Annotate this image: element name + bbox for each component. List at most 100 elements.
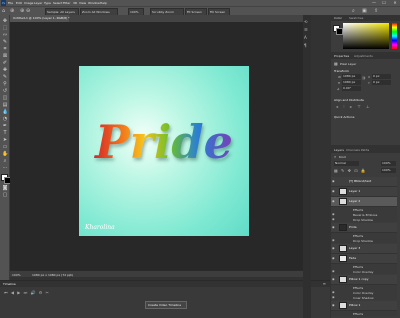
effect-row[interactable]: ◉ Drop Shadow bbox=[331, 238, 397, 243]
menu-3d[interactable]: 3D bbox=[73, 1, 77, 5]
align-title[interactable]: Align and Distribute bbox=[334, 98, 364, 102]
zoom-tool-icon[interactable]: ⊕ bbox=[10, 8, 14, 14]
history-icon[interactable]: ⟲ bbox=[304, 19, 307, 24]
tab-channels[interactable]: Channels bbox=[346, 148, 360, 153]
effect-eye-icon[interactable]: ◉ bbox=[332, 212, 335, 216]
menu-help[interactable]: Help bbox=[100, 1, 107, 5]
hand-tool-icon[interactable]: ✋ bbox=[2, 151, 8, 157]
menu-file[interactable]: File bbox=[8, 1, 13, 5]
visibility-eye-icon[interactable]: ◉ bbox=[332, 303, 336, 307]
lock-icons[interactable]: ▦ ✎ ✥ ⊡ 🔒 bbox=[334, 168, 367, 173]
menu-edit[interactable]: Edit bbox=[16, 1, 22, 5]
dodge-tool-icon[interactable]: ◔ bbox=[2, 116, 8, 122]
effect-row[interactable]: ◉ Color Overlay bbox=[331, 269, 397, 274]
zoom-tool-side-icon[interactable]: ⌕ bbox=[2, 158, 8, 164]
workspace-icon[interactable]: ▣ bbox=[362, 8, 367, 14]
visibility-eye-icon[interactable]: ◉ bbox=[332, 225, 336, 229]
more-tools-icon[interactable]: ⋯ bbox=[2, 165, 8, 171]
layer-filter-search-icon[interactable]: ⌕ bbox=[334, 154, 336, 159]
tab-layers[interactable]: Layers bbox=[334, 148, 344, 153]
blur-tool-icon[interactable]: 💧 bbox=[2, 109, 8, 115]
timeline-controls[interactable]: ⏮ ◀ ▶ ⏭ 🔊 ⚙ ✂ bbox=[4, 290, 50, 295]
lasso-tool-icon[interactable]: ∾ bbox=[2, 32, 8, 38]
layer-row[interactable]: ◉ Fade bbox=[331, 254, 397, 264]
h-field[interactable]: 1080 px bbox=[342, 80, 361, 85]
visibility-eye-icon[interactable]: ◉ bbox=[332, 199, 336, 203]
history-brush-icon[interactable]: ↺ bbox=[2, 88, 8, 94]
clone-stamp-icon[interactable]: ⚲ bbox=[2, 81, 8, 87]
zoom-in-icon[interactable]: ⊕ bbox=[20, 8, 24, 14]
visibility-eye-icon[interactable]: ◉ bbox=[332, 179, 336, 183]
effect-eye-icon[interactable]: ◉ bbox=[332, 269, 335, 273]
tab-adjustments[interactable]: Adjustments bbox=[354, 54, 373, 59]
blend-mode-select[interactable]: Normal bbox=[334, 161, 359, 166]
y-field[interactable]: 0 px bbox=[372, 80, 391, 85]
fill-field[interactable]: 100% bbox=[381, 168, 396, 173]
tab-color[interactable]: Color bbox=[334, 16, 342, 21]
timeline-title[interactable]: Timeline bbox=[3, 282, 16, 286]
tab-properties[interactable]: Properties bbox=[334, 54, 349, 59]
path-select-icon[interactable]: ➤ bbox=[2, 137, 8, 143]
menu-window[interactable]: Window bbox=[88, 1, 100, 5]
brush-tool-icon[interactable]: ✎ bbox=[2, 74, 8, 80]
crop-tool-icon[interactable]: ⌗ bbox=[2, 46, 8, 52]
quick-actions-title[interactable]: Quick Actions bbox=[334, 115, 354, 119]
layer-row[interactable]: ◉ Layer 1 bbox=[331, 187, 397, 197]
visibility-eye-icon[interactable]: ◉ bbox=[332, 277, 336, 281]
menu-layer[interactable]: Layer bbox=[34, 1, 42, 5]
document-tab[interactable]: Untitled-1 @ 100% (Layer 1, RGB/8) * bbox=[10, 15, 70, 22]
color-field[interactable] bbox=[343, 23, 389, 49]
shape-tool-icon[interactable]: ▭ bbox=[2, 144, 8, 150]
layer-row[interactable]: ◉ Pillow 1 bbox=[331, 301, 397, 311]
effect-row[interactable]: ◉ Drop Shadow bbox=[331, 217, 397, 222]
effect-eye-icon[interactable]: ◉ bbox=[332, 295, 335, 299]
tab-paths[interactable]: Paths bbox=[361, 148, 369, 153]
angle-field[interactable]: 0.00° bbox=[342, 86, 361, 91]
bg-color-chip[interactable] bbox=[336, 28, 343, 35]
quick-select-tool-icon[interactable]: ✎ bbox=[2, 39, 8, 45]
share-icon[interactable]: ⇪ bbox=[374, 8, 378, 14]
effect-row[interactable]: ◉ Inner Shadow bbox=[331, 295, 397, 300]
frame-tool-icon[interactable]: ⊠ bbox=[2, 53, 8, 59]
layer-row[interactable]: ◉ Layer 3 bbox=[331, 244, 397, 254]
type-tool-icon[interactable]: T bbox=[2, 130, 8, 136]
layer-row[interactable]: ◉ Pillow 1 copy bbox=[331, 275, 397, 285]
transform-title[interactable]: Transform bbox=[334, 69, 349, 73]
pen-tool-icon[interactable]: ✒ bbox=[2, 123, 8, 129]
w-field[interactable]: 1080 px bbox=[342, 74, 361, 79]
gradient-tool-icon[interactable]: ▤ bbox=[2, 102, 8, 108]
screen-mode-icon[interactable]: ▢ bbox=[2, 192, 8, 198]
visibility-eye-icon[interactable]: ◉ bbox=[332, 189, 336, 193]
eyedropper-tool-icon[interactable]: ✐ bbox=[2, 60, 8, 66]
libraries-icon[interactable]: ☰ bbox=[304, 27, 308, 32]
menu-select[interactable]: Select bbox=[53, 1, 62, 5]
status-zoom[interactable]: 100% bbox=[12, 273, 21, 277]
tab-swatches[interactable]: Swatches bbox=[349, 16, 363, 21]
link-icon[interactable]: ⛓ bbox=[362, 76, 366, 80]
character-icon[interactable]: A bbox=[304, 35, 307, 40]
zoom-out-icon[interactable]: ⊖ bbox=[26, 8, 30, 14]
layer-row[interactable]: ◉ Pride bbox=[331, 223, 397, 233]
effect-row[interactable]: Effects bbox=[331, 311, 397, 316]
layer-row-selected[interactable]: ◉ Layer 2 bbox=[331, 197, 397, 207]
align-icons[interactable]: ⫷ ⫶ ⫸ ⊤ ⊥ bbox=[336, 104, 372, 109]
x-field[interactable]: 0 px bbox=[372, 74, 391, 79]
move-tool-icon[interactable]: ✥ bbox=[2, 18, 8, 24]
paragraph-icon[interactable]: ¶ bbox=[304, 43, 307, 48]
opacity-field[interactable]: 100% bbox=[381, 161, 396, 166]
visibility-eye-icon[interactable]: ◉ bbox=[332, 246, 336, 250]
effect-eye-icon[interactable]: ◉ bbox=[332, 217, 335, 221]
menu-view[interactable]: View bbox=[79, 1, 86, 5]
create-video-timeline-button[interactable]: Create Video Timeline bbox=[145, 301, 187, 309]
effect-eye-icon[interactable]: ◉ bbox=[332, 238, 335, 242]
eraser-tool-icon[interactable]: ◫ bbox=[2, 95, 8, 101]
document-canvas[interactable]: Pride Kharolina bbox=[79, 66, 249, 236]
quick-mask-icon[interactable]: ◙ bbox=[2, 185, 8, 191]
menu-filter[interactable]: Filter bbox=[63, 1, 70, 5]
marquee-tool-icon[interactable]: ⬚ bbox=[2, 25, 8, 31]
menu-image[interactable]: Image bbox=[24, 1, 33, 5]
effect-eye-icon[interactable]: ◉ bbox=[332, 290, 335, 294]
layer-filter-kind[interactable]: Kind bbox=[339, 155, 346, 159]
status-arrow-icon[interactable]: › bbox=[70, 272, 72, 277]
healing-brush-icon[interactable]: ✚ bbox=[2, 67, 8, 73]
